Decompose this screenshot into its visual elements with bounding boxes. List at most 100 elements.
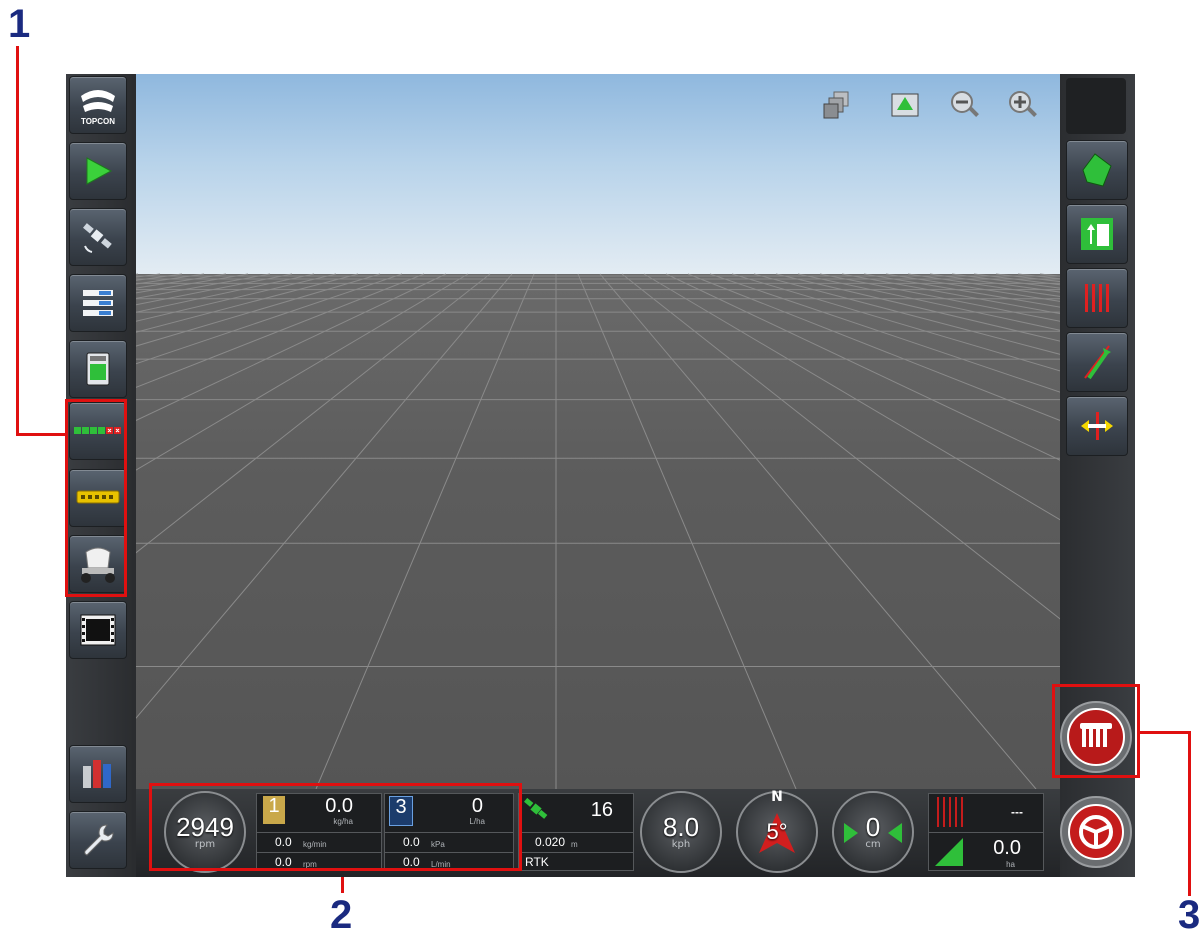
- divider: [519, 832, 633, 833]
- grid-line: [136, 273, 161, 278]
- right-toolbar-blank: [1066, 78, 1126, 134]
- grid-line: [577, 273, 797, 789]
- tools-wrench-icon: [84, 824, 114, 856]
- speed-value: 8.0: [662, 812, 700, 842]
- console-icon: [86, 352, 110, 386]
- grid-line: [136, 273, 447, 422]
- speed-unit: kph: [671, 839, 691, 850]
- settings-list-button[interactable]: [69, 274, 127, 332]
- grid-line: [136, 273, 205, 285]
- topcon-logo[interactable]: TOPCON: [69, 76, 127, 134]
- zoom-out-icon: [951, 91, 979, 117]
- gps-satellite-count: 16: [590, 799, 613, 821]
- steering-button[interactable]: [1066, 332, 1128, 392]
- zoom-in-icon: [1009, 91, 1037, 117]
- field-boundary-button[interactable]: [1066, 140, 1128, 200]
- area-panel[interactable]: --- 0.0 ha: [928, 793, 1044, 871]
- sections-status: ---: [1011, 805, 1023, 819]
- steering-icon: [1084, 345, 1111, 380]
- heading-gauge[interactable]: N 5°: [736, 789, 818, 873]
- guidance-3d-view[interactable]: [136, 74, 1060, 789]
- ground-grid: [136, 273, 1060, 789]
- field-view-button[interactable]: [888, 88, 922, 122]
- grid-line: [797, 273, 1060, 331]
- grid-line: [136, 273, 513, 719]
- guidance-button[interactable]: [69, 142, 127, 200]
- reports-icon: [83, 760, 111, 788]
- grid-line: [687, 273, 1060, 422]
- grid-line: [665, 273, 1060, 461]
- grid-line: [136, 273, 249, 294]
- layers-button[interactable]: [820, 88, 854, 122]
- grid-line: [863, 273, 1060, 308]
- grid-line: [315, 273, 535, 789]
- grid-line: [599, 273, 1037, 789]
- grid-line: [136, 273, 271, 299]
- grid-line: [136, 273, 337, 322]
- gps-accuracy-unit: m: [571, 840, 578, 849]
- cross-track-unit: cm: [865, 839, 881, 850]
- grid-line: [951, 273, 1060, 289]
- grid-line: [136, 273, 425, 388]
- grid-line: [841, 273, 1060, 315]
- guidance-icon: [86, 157, 113, 185]
- guidance-lines-button[interactable]: [1066, 268, 1128, 328]
- grid-line: [136, 273, 359, 333]
- area-icon: [935, 838, 963, 866]
- cross-track-value: 0: [865, 812, 881, 842]
- callout-1-leader: [16, 433, 66, 436]
- console-button[interactable]: [69, 340, 127, 398]
- video-button[interactable]: [69, 601, 127, 659]
- topcon-logo-mark: TOPCON: [81, 90, 115, 126]
- north-label: N: [771, 789, 783, 805]
- settings-list-icon: [83, 290, 113, 316]
- callout-3-leader: [1188, 731, 1191, 896]
- callout-3-leader: [1139, 731, 1191, 734]
- callout-2-highlight: [149, 783, 522, 871]
- topcon-logo-text: TOPCON: [81, 117, 115, 126]
- nudge-icon: [1081, 412, 1113, 440]
- headland-button[interactable]: [1066, 204, 1128, 264]
- callout-1-highlight: [65, 399, 127, 597]
- grid-line: [136, 273, 139, 275]
- cross-track-gauge[interactable]: 0 cm: [832, 791, 914, 873]
- grid-line: [885, 273, 1060, 302]
- auto-steer-button[interactable]: [1058, 794, 1134, 870]
- gps-panel[interactable]: 16 0.020 m RTK: [518, 793, 634, 871]
- divider: [519, 852, 633, 853]
- field-boundary-icon: [1082, 153, 1112, 187]
- layers-icon: [823, 91, 849, 119]
- gps-mode: RTK: [525, 855, 549, 869]
- headland-icon: [1081, 218, 1113, 250]
- callout-number-2: 2: [330, 893, 353, 937]
- area-value: 0.0: [993, 837, 1021, 859]
- callout-number-3: 3: [1178, 893, 1201, 937]
- reports-button[interactable]: [69, 745, 127, 803]
- heading-value: 5°: [766, 819, 788, 844]
- steering-wheel-icon: [1060, 796, 1132, 868]
- video-icon: [80, 614, 116, 646]
- zoom-out-button[interactable]: [948, 88, 982, 122]
- guidance-lines-icon: [1085, 284, 1109, 312]
- grid-line: [136, 273, 469, 471]
- grid-line: [731, 273, 1060, 372]
- grid-line: [136, 273, 183, 281]
- field-view-icon: [891, 93, 919, 117]
- callout-number-1: 1: [8, 2, 31, 46]
- grid-line: [643, 273, 1060, 521]
- console-screen: TOPCON 2949 rpm 1 0.0 kg/ha 0.0 kg/min 0…: [66, 74, 1135, 877]
- zoom-in-button[interactable]: [1006, 88, 1040, 122]
- sections-icon: [937, 797, 963, 827]
- gps-button[interactable]: [69, 208, 127, 266]
- speed-gauge[interactable]: 8.0 kph: [640, 791, 722, 873]
- gps-satellite-icon: [524, 798, 548, 819]
- tools-button[interactable]: [69, 811, 127, 869]
- grid-line: [907, 273, 1060, 297]
- grid-line: [136, 273, 403, 365]
- callout-3-highlight: [1052, 684, 1140, 778]
- grid-line: [136, 273, 293, 306]
- gps-accuracy: 0.020: [535, 835, 566, 849]
- grid-line: [995, 273, 1060, 283]
- divider: [929, 832, 1043, 833]
- nudge-button[interactable]: [1066, 396, 1128, 456]
